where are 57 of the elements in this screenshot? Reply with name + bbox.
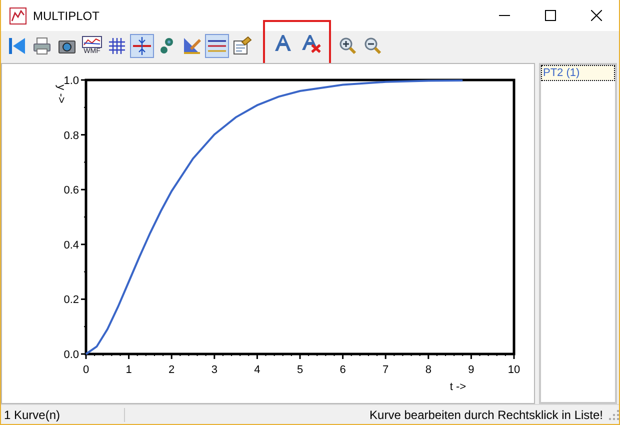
app-icon bbox=[9, 6, 27, 24]
status-hint: Kurve bearbeiten durch Rechtsklick in Liste! bbox=[370, 408, 603, 422]
x-tick-label: 3 bbox=[211, 364, 218, 376]
letter-delete-icon bbox=[301, 33, 321, 53]
properties-icon bbox=[232, 36, 252, 56]
x-tick bbox=[513, 354, 515, 359]
maximize-icon bbox=[544, 10, 556, 21]
y-tick bbox=[81, 353, 86, 355]
x-tick bbox=[256, 354, 258, 359]
y-tick bbox=[81, 134, 86, 136]
toolbar-button[interactable] bbox=[205, 34, 229, 58]
x-tick bbox=[428, 354, 430, 359]
y-tick bbox=[81, 188, 86, 190]
y-tick bbox=[81, 298, 86, 300]
grid-icon bbox=[108, 37, 126, 55]
y-tick-label: 0.6 bbox=[64, 184, 79, 197]
chart-icon bbox=[82, 36, 102, 48]
x-tick bbox=[85, 354, 87, 359]
x-tick bbox=[128, 354, 130, 359]
y-tick-label: 0.4 bbox=[64, 239, 79, 252]
x-tick-label: 4 bbox=[254, 364, 260, 376]
x-axis-label: t -> bbox=[450, 381, 466, 393]
resize-grip-icon bbox=[609, 410, 619, 420]
x-tick bbox=[214, 354, 216, 359]
status-text: 1 Kurve(n) bbox=[1, 408, 125, 422]
y-tick-label: 1.0 bbox=[64, 75, 79, 87]
x-tick-label: 2 bbox=[168, 364, 175, 376]
x-tick bbox=[170, 354, 172, 359]
lines-icon bbox=[207, 38, 227, 54]
x-tick bbox=[342, 354, 344, 359]
zoom-out-icon bbox=[364, 37, 382, 55]
y-axis-label: y -> bbox=[55, 84, 67, 104]
x-tick bbox=[384, 354, 386, 359]
crosshair-icon bbox=[132, 36, 152, 56]
x-tick-label: 8 bbox=[425, 364, 432, 376]
letter-icon bbox=[273, 33, 293, 53]
x-tick-label: 5 bbox=[296, 364, 304, 376]
x-tick-label: 9 bbox=[468, 364, 474, 376]
zoom-in-icon bbox=[339, 37, 357, 55]
x-tick bbox=[299, 354, 301, 359]
y-tick-label: 0.0 bbox=[64, 349, 79, 361]
x-tick-label: 1 bbox=[126, 364, 132, 376]
curve-list-item[interactable]: PT2 (1) bbox=[542, 66, 614, 80]
close-icon bbox=[590, 10, 602, 21]
x-tick-label: 7 bbox=[382, 364, 389, 376]
x-tick-label: 0 bbox=[82, 364, 90, 376]
x-tick bbox=[470, 354, 472, 359]
ruler-icon bbox=[182, 36, 202, 56]
y-tick-label: 0.2 bbox=[64, 294, 79, 306]
x-tick-label: 10 bbox=[508, 364, 520, 376]
back-icon bbox=[7, 36, 27, 56]
window-title: MULTIPLOT bbox=[33, 8, 100, 22]
x-tick-label: 6 bbox=[340, 364, 346, 376]
y-tick bbox=[81, 79, 86, 81]
y-tick-label: 0.8 bbox=[64, 130, 79, 142]
printer-icon bbox=[32, 36, 52, 56]
y-tick bbox=[81, 244, 86, 246]
